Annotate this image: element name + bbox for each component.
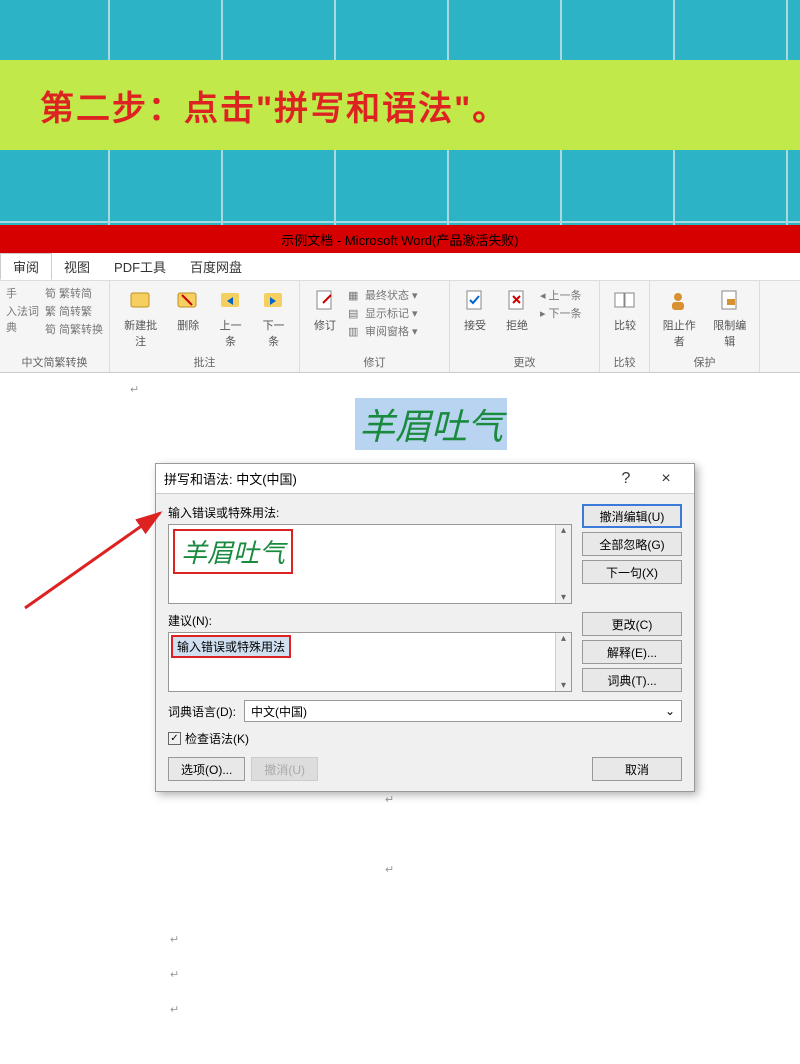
check-grammar-checkbox[interactable]: ✓	[168, 732, 181, 745]
accept-icon	[461, 287, 489, 315]
error-text: 羊眉吐气	[181, 539, 285, 568]
btn-prev-comment[interactable]: 上一条	[211, 285, 250, 351]
compare-icon	[611, 287, 639, 315]
ribbon-group-compare: 比较 比较	[600, 281, 650, 372]
ime-dict-label: 入法词典	[6, 303, 41, 335]
btn-delete-comment[interactable]: 删除	[169, 285, 207, 335]
dropdown-final-state[interactable]: ▦最终状态 ▾	[348, 287, 418, 303]
check-grammar-label: 检查语法(K)	[185, 730, 249, 747]
btn-next-change[interactable]: ▸下一条	[540, 305, 582, 321]
suggest-label: 建议(N):	[168, 612, 572, 629]
delete-icon	[174, 287, 202, 315]
btn-track-changes[interactable]: 修订	[306, 285, 344, 335]
btn-undo-disabled: 撤消(U)	[251, 757, 318, 781]
dialog-title-bar[interactable]: 拼写和语法: 中文(中国) ? ×	[156, 464, 694, 494]
tab-baidu[interactable]: 百度网盘	[178, 253, 254, 280]
btn-next-comment[interactable]: 下一条	[254, 285, 293, 351]
chevron-down-icon: ⌄	[665, 704, 675, 718]
document-text[interactable]: 羊眉吐气	[355, 398, 507, 450]
btn-undo-edit[interactable]: 撤消编辑(U)	[582, 504, 682, 528]
btn-next-sentence[interactable]: 下一句(X)	[582, 560, 682, 584]
close-button[interactable]: ×	[646, 470, 686, 488]
paragraph-mark-icon: ↵	[170, 968, 179, 981]
btn-trad-to-simp[interactable]: 筍繁转简	[45, 285, 103, 301]
paragraph-mark-icon: ↵	[130, 383, 139, 396]
ribbon-tabs: 审阅 视图 PDF工具 百度网盘	[0, 253, 800, 281]
help-button[interactable]: ?	[606, 470, 646, 488]
reject-icon	[503, 287, 531, 315]
tab-review[interactable]: 审阅	[0, 253, 52, 280]
ribbon-group-protect: 阻止作者 限制编辑 保护	[650, 281, 760, 372]
btn-simp-to-trad[interactable]: 繁简转繁	[45, 303, 103, 319]
btn-block-authors[interactable]: 阻止作者	[656, 285, 703, 351]
spelling-grammar-dialog: 拼写和语法: 中文(中国) ? × 输入错误或特殊用法: 羊眉吐气 ▴▾	[155, 463, 695, 792]
language-dropdown[interactable]: 中文(中国) ⌄	[244, 700, 682, 722]
btn-prev-change[interactable]: ◂上一条	[540, 287, 582, 303]
scrollbar[interactable]: ▴▾	[555, 525, 571, 603]
error-text-area[interactable]: 羊眉吐气 ▴▾	[168, 524, 572, 604]
next-icon	[260, 287, 288, 315]
btn-accept[interactable]: 接受	[456, 285, 494, 335]
btn-compare[interactable]: 比较	[606, 285, 644, 335]
btn-ignore-all[interactable]: 全部忽略(G)	[582, 532, 682, 556]
ribbon: 手 入法词典 筍繁转简 繁简转繁 筍简繁转换 中文简繁转换 新建批注	[0, 281, 800, 373]
track-icon	[311, 287, 339, 315]
restrict-icon	[716, 287, 744, 315]
block-icon	[665, 287, 693, 315]
suggestions-list[interactable]: 输入错误或特殊用法 ▴▾	[168, 632, 572, 692]
btn-explain[interactable]: 解释(E)...	[582, 640, 682, 664]
dropdown-review-pane[interactable]: ▥审阅窗格 ▾	[348, 323, 418, 339]
paragraph-mark-icon: ↵	[170, 1003, 179, 1016]
btn-convert[interactable]: 筍简繁转换	[45, 321, 103, 337]
btn-restrict-edit[interactable]: 限制编辑	[707, 285, 754, 351]
new-comment-icon	[127, 287, 155, 315]
btn-reject[interactable]: 拒绝	[498, 285, 536, 335]
paragraph-mark-icon: ↵	[385, 793, 394, 806]
language-value: 中文(中国)	[251, 703, 307, 720]
btn-dictionary[interactable]: 词典(T)...	[582, 668, 682, 692]
instruction-text: 第二步：点击"拼写和语法"。	[40, 81, 508, 130]
scrollbar[interactable]: ▴▾	[555, 633, 571, 691]
btn-change[interactable]: 更改(C)	[582, 612, 682, 636]
word-application: 示例文档 - Microsoft Word(产品激活失败) 审阅 视图 PDF工…	[0, 225, 800, 1064]
document-area[interactable]: ↵ 羊眉吐气 ↵ ↵ ↵ ↵ ↵ 拼写和语法: 中文(中国) ? × 输入错误或…	[0, 373, 800, 1064]
title-bar: 示例文档 - Microsoft Word(产品激活失败)	[0, 225, 800, 253]
ribbon-group-tracking: 修订 ▦最终状态 ▾ ▤显示标记 ▾ ▥审阅窗格 ▾ 修订	[300, 281, 450, 372]
dropdown-show-markup[interactable]: ▤显示标记 ▾	[348, 305, 418, 321]
tab-pdf[interactable]: PDF工具	[102, 253, 178, 280]
tab-view[interactable]: 视图	[52, 253, 102, 280]
ribbon-group-convert: 手 入法词典 筍繁转简 繁简转繁 筍简繁转换 中文简繁转换	[0, 281, 110, 372]
ribbon-group-changes: 接受 拒绝 ◂上一条 ▸下一条 更改	[450, 281, 600, 372]
error-label: 输入错误或特殊用法:	[168, 504, 572, 521]
prev-icon	[217, 287, 245, 315]
btn-cancel[interactable]: 取消	[592, 757, 682, 781]
paragraph-mark-icon: ↵	[385, 863, 394, 876]
lang-label: 词典语言(D):	[168, 703, 236, 720]
error-highlight: 羊眉吐气	[173, 529, 293, 574]
ribbon-group-comments: 新建批注 删除 上一条 下一条 批注	[110, 281, 300, 372]
paragraph-mark-icon: ↵	[170, 933, 179, 946]
suggestion-item[interactable]: 输入错误或特殊用法	[171, 635, 291, 658]
btn-new-comment[interactable]: 新建批注	[116, 285, 165, 351]
btn-options[interactable]: 选项(O)...	[168, 757, 245, 781]
dialog-title: 拼写和语法: 中文(中国)	[164, 469, 606, 488]
instruction-banner: 第二步：点击"拼写和语法"。	[0, 60, 800, 150]
window-title: 示例文档 - Microsoft Word(产品激活失败)	[281, 230, 518, 249]
